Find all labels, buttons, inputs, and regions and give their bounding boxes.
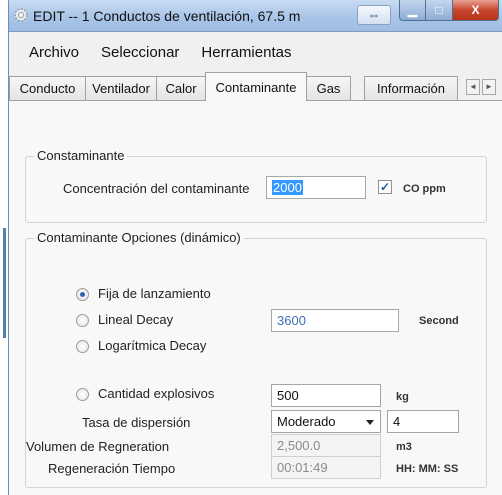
regen-volume-unit: m3 [396,441,412,453]
edit-dialog-window: EDIT -- 1 Conductos de ventilación, 67.5… [8,0,502,495]
radio-log-label: Logarítmica Decay [98,338,207,353]
concentration-input[interactable]: 2000 [266,176,366,199]
radio-linear-label: Lineal Decay [98,312,174,327]
options-group-title: Contaminante Opciones (dinámico) [34,230,244,245]
menu-bar: Archivo Seleccionar Herramientas [9,33,502,71]
background-window-scrollbar [3,228,6,338]
regen-time-input: 00:01:49 [271,456,381,479]
options-group: Contaminante Opciones (dinámico) Fija de… [25,230,487,488]
radio-explosive-amount[interactable] [76,388,89,401]
close-icon: X [471,3,480,17]
regen-time-label: Regeneración Tiempo [48,461,176,476]
radio-fixed-label: Fija de lanzamiento [98,286,211,301]
tab-panel-contaminante: Constaminante Concentración del contamin… [9,100,502,495]
app-gear-icon[interactable] [13,7,29,23]
explosive-amount-input[interactable]: 500 [271,384,381,407]
dispersion-dropdown[interactable]: Moderado [271,410,381,433]
radio-log-decay[interactable] [76,340,89,353]
regen-volume-input: 2,500.0 [271,434,381,457]
radio-fixed-release[interactable] [76,288,89,301]
dispersion-number-input[interactable]: 4 [387,410,459,433]
tab-scroll-left-icon[interactable]: ◄ [466,79,480,95]
tab-informacion[interactable]: Información [364,76,458,100]
minimize-button[interactable]: ▁ [399,0,426,21]
contaminant-group-title: Constaminante [34,148,128,163]
title-bar[interactable]: EDIT -- 1 Conductos de ventilación, 67.5… [9,0,502,32]
linear-decay-input[interactable]: 3600 [271,309,399,332]
minimize-icon: ▁ [407,3,418,17]
tab-calor[interactable]: Calor [156,76,206,100]
resize-icon[interactable]: ⇔ [357,5,391,25]
tab-conducto[interactable]: Conducto [9,76,86,100]
tab-contaminante[interactable]: Contaminante [205,72,307,101]
concentration-label: Concentración del contaminante [63,181,250,196]
regen-volume-label: Volumen de Regneration [26,439,170,454]
maximize-icon: □ [435,3,443,17]
menu-seleccionar[interactable]: Seleccionar [101,44,179,61]
close-button[interactable]: X [453,0,499,21]
dispersion-label: Tasa de dispersión [82,415,191,430]
menu-archivo[interactable]: Archivo [29,44,79,61]
dispersion-selected-value: Moderado [277,414,336,429]
chevron-down-icon [366,420,374,425]
concentration-unit: CO ppm [403,183,446,195]
tab-scroll-right-icon[interactable]: ► [482,79,496,95]
linear-decay-unit: Second [419,315,459,327]
regen-time-unit: HH: MM: SS [396,463,459,475]
concentration-value: 2000 [272,180,303,195]
tab-gas[interactable]: Gas [306,76,351,100]
tab-strip: Conducto Ventilador Calor Contaminante G… [9,71,502,101]
explosive-unit: kg [396,391,409,403]
co-ppm-checkbox[interactable]: ✓ [378,180,392,194]
radio-linear-decay[interactable] [76,314,89,327]
tab-ventilador[interactable]: Ventilador [85,76,157,100]
maximize-button[interactable]: □ [426,0,453,21]
radio-explosive-label: Cantidad explosivos [98,386,215,401]
checkmark-icon: ✓ [379,180,391,194]
contaminant-group: Constaminante Concentración del contamin… [25,148,487,223]
window-title: EDIT -- 1 Conductos de ventilación, 67.5… [33,8,301,24]
menu-herramientas[interactable]: Herramientas [201,44,291,61]
background-window-edge [0,0,8,495]
